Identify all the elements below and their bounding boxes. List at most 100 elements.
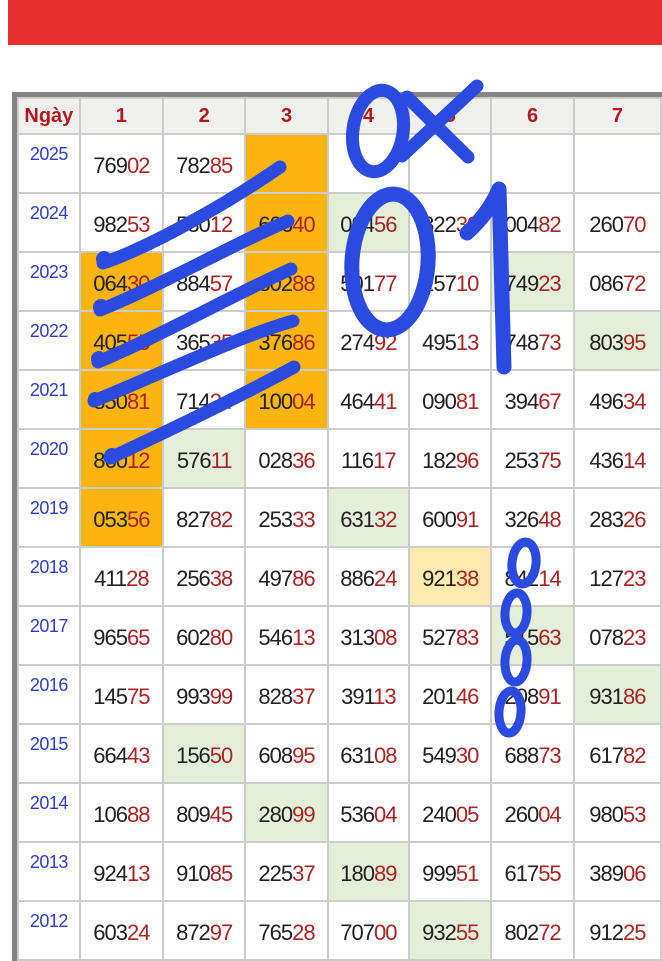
result-cell: 61755 [491, 842, 573, 901]
result-black-digits: 714 [176, 389, 210, 414]
result-cell: 46441 [328, 370, 409, 429]
result-cell: 39113 [328, 665, 409, 724]
result-red-digits: 48 [538, 507, 560, 532]
result-black-digits: 932 [422, 920, 456, 945]
result-cell: 91085 [163, 842, 245, 901]
year-cell: 2025 [18, 134, 80, 193]
result-cell: 09456 [328, 193, 409, 252]
result-cell: 88457 [163, 252, 245, 311]
result-red-digits: 96 [456, 448, 478, 473]
result-black-digits: 116 [341, 448, 373, 473]
result-red-digits: 14 [623, 448, 645, 473]
result-black-digits: 260 [589, 212, 623, 237]
result-black-digits: 910 [176, 861, 210, 886]
result-cell: 98253 [80, 193, 163, 252]
result-cell: 02836 [245, 429, 327, 488]
result-black-digits: 603 [93, 920, 127, 945]
result-cell: 74923 [491, 252, 573, 311]
result-black-digits: 617 [589, 743, 623, 768]
result-cell: 38906 [574, 842, 661, 901]
result-red-digits: 41 [374, 389, 396, 414]
result-cell: 57611 [163, 429, 245, 488]
result-black-digits: 180 [340, 861, 374, 886]
result-cell: 51563 [491, 606, 573, 665]
result-black-digits: 664 [93, 743, 127, 768]
result-cell: 98053 [574, 783, 661, 842]
year-cell: 2019 [18, 488, 80, 547]
result-cell: 18089 [328, 842, 409, 901]
result-red-digits: 46 [456, 684, 478, 709]
result-red-digits: 28 [292, 920, 314, 945]
result-red-digits: 08 [374, 743, 396, 768]
result-red-digits: 30 [456, 743, 478, 768]
result-cell: 49513 [409, 311, 491, 370]
result-black-digits: 803 [589, 330, 623, 355]
result-red-digits: 51 [456, 861, 478, 886]
result-cell: 93186 [574, 665, 661, 724]
year-cell: 2013 [18, 842, 80, 901]
results-table-container: Ngày1234567 2025769027828520249825353012… [12, 92, 662, 961]
result-red-digits: 55 [456, 920, 478, 945]
result-black-digits: 156 [176, 743, 210, 768]
table-row-2022: 202240555365353768627492495137487380395 [18, 311, 661, 370]
result-black-digits: 828 [258, 684, 292, 709]
result-cell: 54613 [245, 606, 327, 665]
result-red-digits: 72 [538, 920, 560, 945]
result-red-digits: 17 [373, 448, 395, 473]
year-cell: 2022 [18, 311, 80, 370]
header-row: Ngày1234567 [18, 98, 661, 134]
result-cell: 20146 [409, 665, 491, 724]
result-cell: 76528 [245, 901, 327, 960]
result-red-digits: 04 [374, 802, 396, 827]
result-black-digits: 436 [589, 448, 623, 473]
result-cell: 82239 [409, 193, 491, 252]
result-red-digits: 91 [538, 684, 560, 709]
result-red-digits: 75 [538, 448, 560, 473]
year-cell: 2024 [18, 193, 80, 252]
result-cell: 26070 [574, 193, 661, 252]
result-red-digits: 28 [126, 566, 148, 591]
result-black-digits: 631 [340, 743, 374, 768]
result-red-digits: 73 [538, 743, 560, 768]
result-black-digits: 086 [589, 271, 623, 296]
result-red-digits: 97 [210, 920, 232, 945]
result-cell: 80272 [491, 901, 573, 960]
result-cell: 32648 [491, 488, 573, 547]
result-cell: 60280 [163, 606, 245, 665]
result-cell: 63108 [328, 724, 409, 783]
result-cell: 49786 [245, 547, 327, 606]
table-row-2021: 202185081714241000446441090813946749634 [18, 370, 661, 429]
result-red-digits: 36 [292, 448, 314, 473]
result-red-digits: 23 [538, 271, 560, 296]
results-table: Ngày1234567 2025769027828520249825353012… [17, 97, 662, 961]
result-black-digits: 464 [340, 389, 374, 414]
result-cell: 10004 [245, 370, 327, 429]
result-black-digits: 999 [422, 861, 456, 886]
result-red-digits: 08 [374, 625, 396, 650]
result-black-digits: 802 [258, 271, 292, 296]
result-cell: 12723 [574, 547, 661, 606]
result-cell: 28099 [245, 783, 327, 842]
result-cell: 22537 [245, 842, 327, 901]
result-cell: 25638 [163, 547, 245, 606]
result-cell: 61782 [574, 724, 661, 783]
result-red-digits: 38 [456, 566, 478, 591]
result-cell: 84214 [491, 547, 573, 606]
table-body: 2025769027828520249825353012606400945682… [18, 134, 661, 960]
result-black-digits: 536 [340, 802, 374, 827]
result-black-digits: 809 [176, 802, 210, 827]
result-cell: 37686 [245, 311, 327, 370]
result-black-digits: 576 [177, 448, 211, 473]
result-cell: 91225 [574, 901, 661, 960]
result-cell: 76902 [80, 134, 163, 193]
table-row-2025: 20257690278285 [18, 134, 661, 193]
result-red-digits: 75 [127, 684, 149, 709]
result-cell: 25333 [245, 488, 327, 547]
result-red-digits: 14 [538, 566, 560, 591]
result-black-digits: 497 [258, 566, 292, 591]
result-black-digits: 600 [422, 507, 456, 532]
result-black-digits: 496 [589, 389, 623, 414]
year-cell: 2015 [18, 724, 80, 783]
result-red-digits: 70 [623, 212, 645, 237]
result-red-digits: 25 [623, 920, 645, 945]
